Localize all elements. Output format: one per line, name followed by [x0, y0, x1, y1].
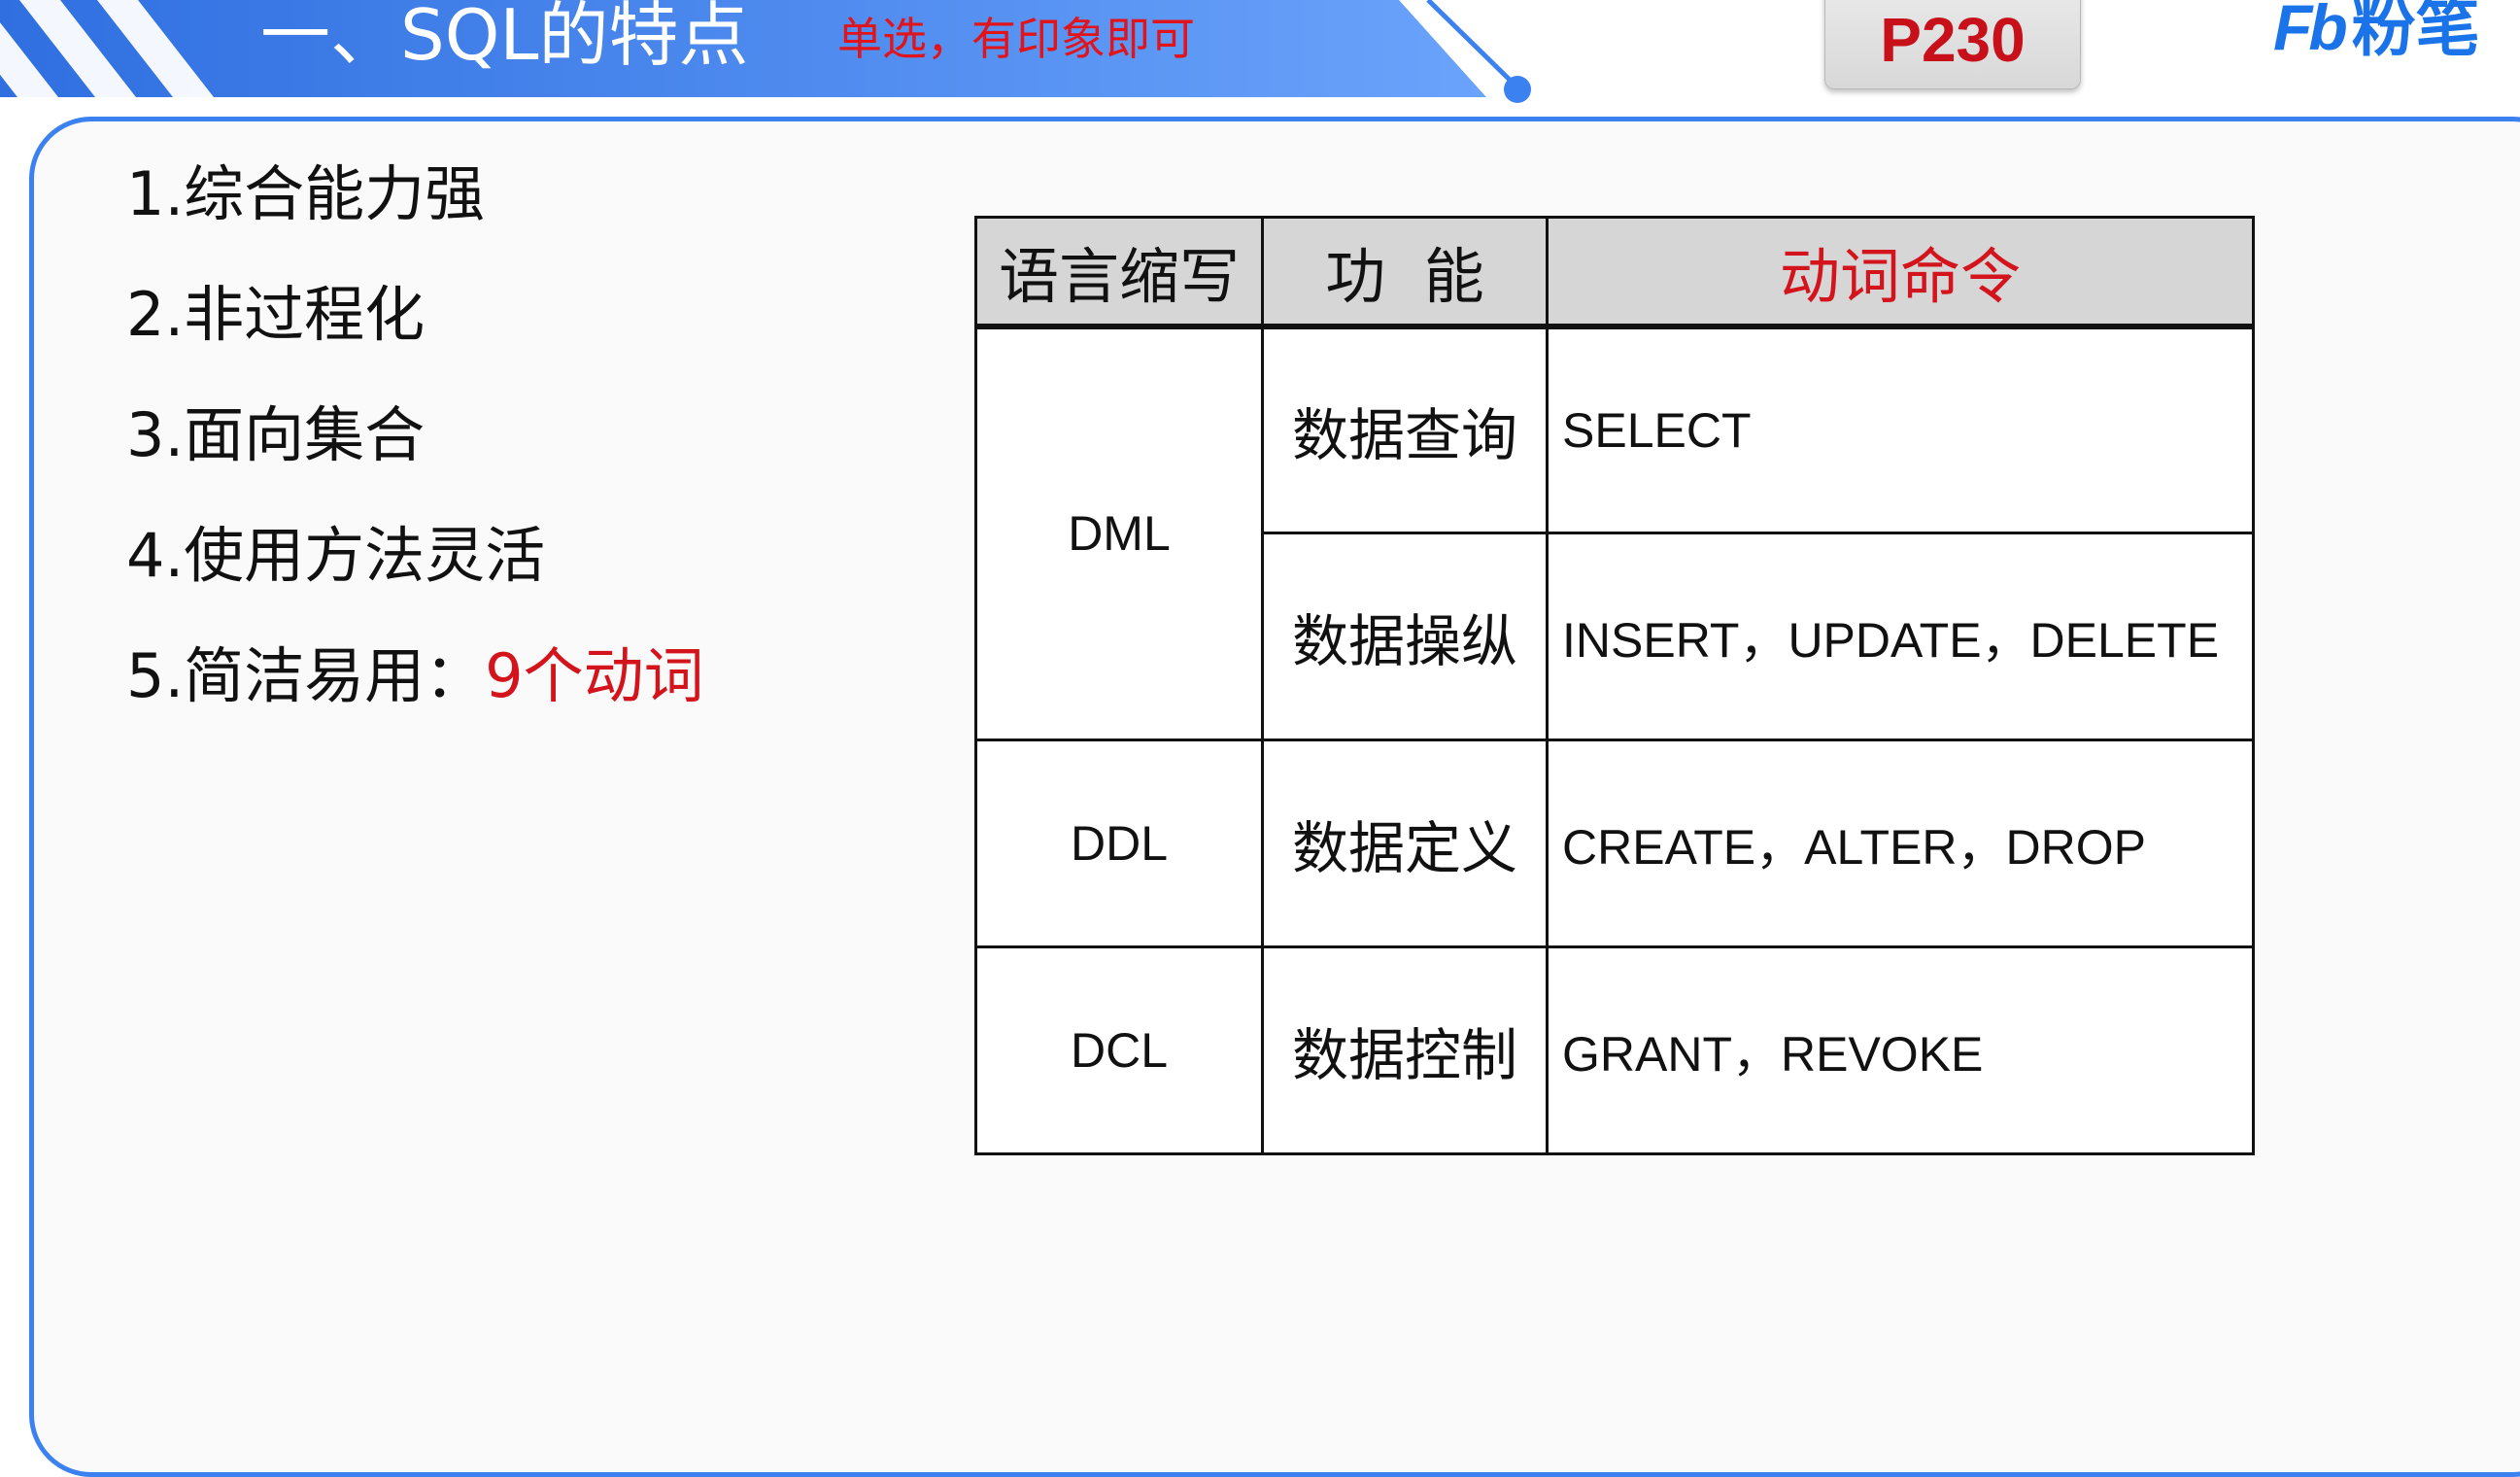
table-row: DML 数据查询 SELECT	[974, 325, 2255, 741]
page-title: 一、SQL的特点	[260, 0, 749, 76]
point-text: 3.面向集合	[126, 399, 426, 470]
cell-function: 数据控制	[1261, 945, 1549, 1155]
header-function: 功 能	[1261, 216, 1549, 329]
point-text: 5.简洁易用：	[126, 640, 486, 711]
point-highlight: 9个动词	[485, 640, 704, 711]
cell-abbr: DCL	[974, 945, 1264, 1155]
cell-function: 数据查询	[1261, 325, 1549, 534]
point-text: 4.使用方法灵活	[126, 520, 546, 591]
table-row: DDL 数据定义 CREATE，ALTER，DROP	[974, 738, 2255, 948]
list-item: 3.面向集合	[126, 387, 704, 507]
table-header-row: 语言缩写 功 能 动词命令	[974, 216, 2255, 329]
cell-commands: INSERT，UPDATE，DELETE	[1546, 532, 2255, 741]
page-number-badge: P230	[1824, 0, 2081, 89]
header-banner	[0, 0, 1531, 103]
list-item: 5.简洁易用：9个动词	[126, 628, 704, 748]
point-text: 1.综合能力强	[126, 158, 486, 229]
brand-logo: Fb 粉笔	[2273, 0, 2480, 65]
cell-function: 数据定义	[1261, 738, 1549, 948]
cell-function: 数据操纵	[1261, 532, 1549, 741]
list-item: 2.非过程化	[126, 266, 704, 387]
cell-commands: CREATE，ALTER，DROP	[1546, 738, 2255, 948]
header-commands: 动词命令	[1546, 216, 2255, 329]
table-row: DCL 数据控制 GRANT，REVOKE	[974, 945, 2255, 1155]
list-item: 1.综合能力强	[126, 146, 704, 266]
sql-command-table: 语言缩写 功 能 动词命令 DML 数据查询 SELECT 数据操纵 INSER…	[974, 216, 2255, 1155]
cell-abbr: DDL	[974, 738, 1264, 948]
cell-commands: GRANT，REVOKE	[1546, 945, 2255, 1155]
cell-commands: SELECT	[1546, 325, 2255, 534]
point-text: 2.非过程化	[126, 279, 426, 350]
feature-list: 1.综合能力强 2.非过程化 3.面向集合 4.使用方法灵活 5.简洁易用：9个…	[126, 146, 704, 748]
brand-name: 粉笔	[2351, 0, 2480, 65]
brand-mark-icon: Fb	[2273, 0, 2348, 63]
header-abbr: 语言缩写	[974, 216, 1264, 329]
cell-abbr: DML	[974, 325, 1264, 741]
list-item: 4.使用方法灵活	[126, 507, 704, 628]
title-note: 单选，有印象即可	[837, 13, 1195, 65]
